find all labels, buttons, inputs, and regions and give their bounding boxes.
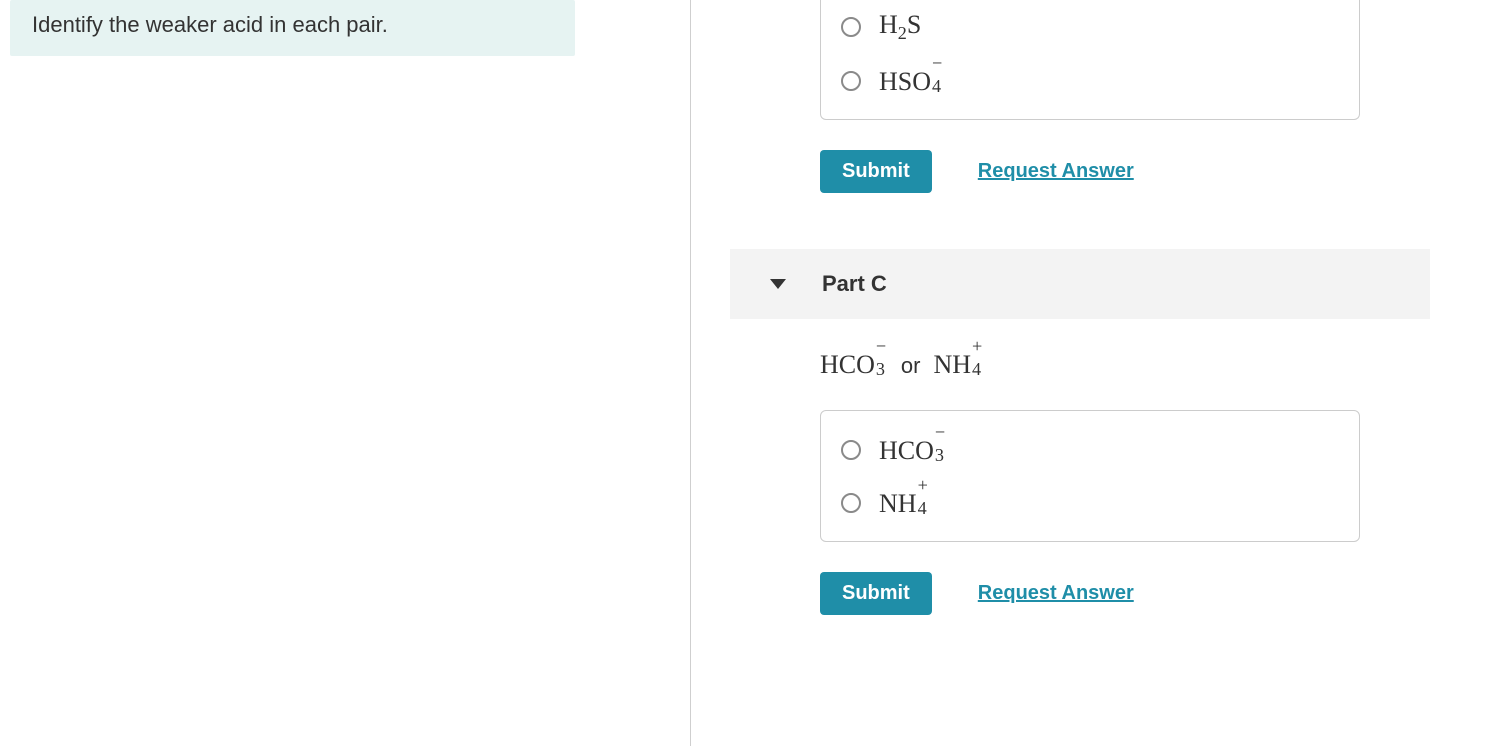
question-text: Identify the weaker acid in each pair. [32,12,557,38]
option-label-h2s: H2S [879,10,921,44]
answer-panel: H2S HSO−4 Submit Request Answer Part C H… [730,0,1430,615]
submit-button[interactable]: Submit [820,150,932,193]
partb-submit-row: Submit Request Answer [820,150,1430,193]
partb-options-box: H2S HSO−4 [820,0,1360,120]
partc-title: Part C [822,271,887,297]
request-answer-link[interactable]: Request Answer [978,160,1134,183]
radio-hco3[interactable] [841,440,861,460]
partc-option-1[interactable]: HCO−3 [837,423,1343,476]
partc-options-box: HCO−3 NH+4 [820,410,1360,542]
prompt-or: or [901,353,921,378]
partc-prompt: HCO−3 or NH+4 [820,347,1430,380]
chevron-down-icon [770,279,786,289]
prompt-nh4: NH+4 [933,350,984,379]
option-label-hso4: HSO−4 [879,64,944,97]
question-panel: Identify the weaker acid in each pair. [10,0,575,56]
option-label-nh4: NH+4 [879,486,930,519]
radio-h2s[interactable] [841,17,861,37]
partc-submit-row: Submit Request Answer [820,572,1430,615]
submit-button[interactable]: Submit [820,572,932,615]
partb-option-1[interactable]: H2S [837,0,1343,54]
option-label-hco3: HCO−3 [879,433,947,466]
request-answer-link[interactable]: Request Answer [978,582,1134,605]
partc-header[interactable]: Part C [730,249,1430,319]
vertical-divider [690,0,691,746]
prompt-hco3: HCO−3 [820,350,888,379]
partb-option-2[interactable]: HSO−4 [837,54,1343,107]
radio-nh4[interactable] [841,493,861,513]
radio-hso4[interactable] [841,71,861,91]
partc-option-2[interactable]: NH+4 [837,476,1343,529]
